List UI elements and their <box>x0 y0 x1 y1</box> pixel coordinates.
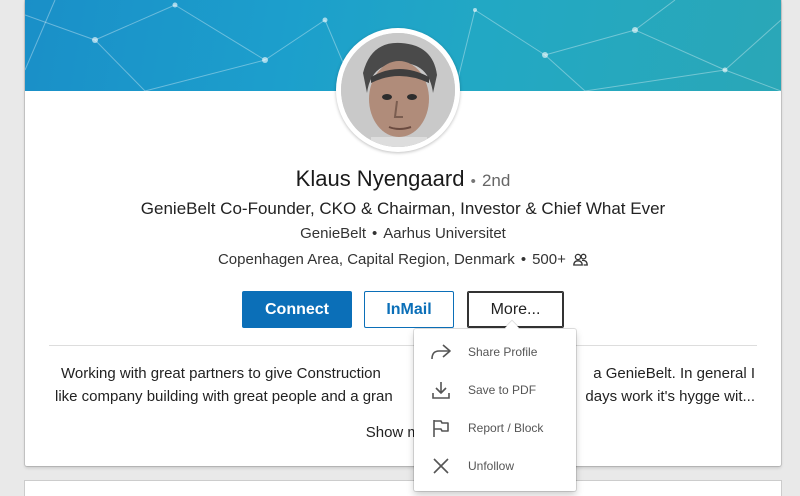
profile-headline: GenieBelt Co-Founder, CKO & Chairman, In… <box>140 199 666 218</box>
profile-location-row: Copenhagen Area, Capital Region, Denmark… <box>25 251 781 270</box>
profile-name: Klaus Nyengaard <box>295 166 465 191</box>
connections-icon <box>573 253 588 270</box>
download-icon <box>432 382 450 399</box>
share-icon <box>431 344 451 360</box>
avatar <box>341 33 455 147</box>
separator-dot: • <box>520 251 527 268</box>
profile-photo[interactable] <box>336 28 460 152</box>
more-actions-menu: Share Profile Save to PDF Report / Block <box>414 329 576 491</box>
more-actions-button[interactable]: More... <box>467 291 564 328</box>
profile-org-row: GenieBelt • Aarhus Universitet <box>25 225 781 242</box>
show-more-link[interactable]: Show mo <box>25 424 781 441</box>
menu-item-label: Unfollow <box>468 459 515 473</box>
profile-summary: Working with great partners to give Cons… <box>55 362 755 408</box>
profile-page: Klaus Nyengaard • 2nd GenieBelt Co-Found… <box>0 0 800 496</box>
menu-item-save-to-pdf[interactable]: Save to PDF <box>414 371 576 409</box>
separator-dot: • <box>470 173 476 190</box>
flag-icon <box>433 420 449 437</box>
summary-text-line2-end: days work it's hygge wit... <box>585 388 755 405</box>
school-link[interactable]: Aarhus Universitet <box>383 225 506 242</box>
summary-text-line2-start: like company building with great people … <box>55 388 393 405</box>
close-icon <box>433 458 449 474</box>
menu-item-unfollow[interactable]: Unfollow <box>414 447 576 485</box>
profile-name-row: Klaus Nyengaard • 2nd <box>25 166 781 192</box>
menu-item-label: Report / Block <box>468 421 544 435</box>
company-link[interactable]: GenieBelt <box>300 225 366 242</box>
connections-count[interactable]: 500+ <box>532 251 566 268</box>
menu-item-label: Share Profile <box>468 345 538 359</box>
next-section-card <box>25 481 781 496</box>
inmail-button[interactable]: InMail <box>364 291 454 328</box>
profile-location: Copenhagen Area, Capital Region, Denmark <box>217 251 515 268</box>
section-divider <box>49 345 757 346</box>
person-photo-icon <box>341 33 455 147</box>
menu-item-share-profile[interactable]: Share Profile <box>414 333 576 371</box>
summary-text-line1-end: a GenieBelt. In general I <box>593 365 755 382</box>
connect-button[interactable]: Connect <box>242 291 352 328</box>
menu-item-label: Save to PDF <box>468 383 537 397</box>
profile-card: Klaus Nyengaard • 2nd GenieBelt Co-Found… <box>25 0 781 466</box>
separator-dot: • <box>372 225 378 242</box>
summary-text-line1-start: Working with great partners to give Cons… <box>61 365 381 382</box>
menu-item-report-block[interactable]: Report / Block <box>414 409 576 447</box>
connection-degree: 2nd <box>481 171 511 190</box>
